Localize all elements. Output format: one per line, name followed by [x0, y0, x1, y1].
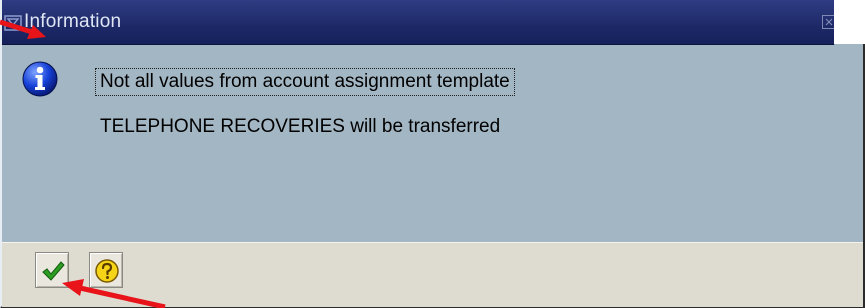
window-menu-icon[interactable] — [4, 14, 22, 32]
help-button[interactable] — [89, 252, 123, 288]
dialog-title: Information — [24, 11, 122, 32]
help-question-icon — [95, 259, 119, 283]
message-line-2: TELEPHONE RECOVERIES will be transferred — [100, 116, 501, 137]
information-dialog: Information Not all values from account … — [0, 0, 865, 308]
message-area: Not all values from account assignment t… — [2, 45, 863, 242]
titlebar-corner — [834, 0, 865, 44]
green-checkmark-icon — [42, 261, 65, 281]
message-line-1: Not all values from account assignment t… — [95, 68, 515, 96]
dialog-footer — [2, 242, 863, 307]
continue-button[interactable] — [35, 252, 69, 288]
dialog-titlebar[interactable]: Information — [2, 0, 854, 45]
info-icon — [22, 61, 58, 97]
